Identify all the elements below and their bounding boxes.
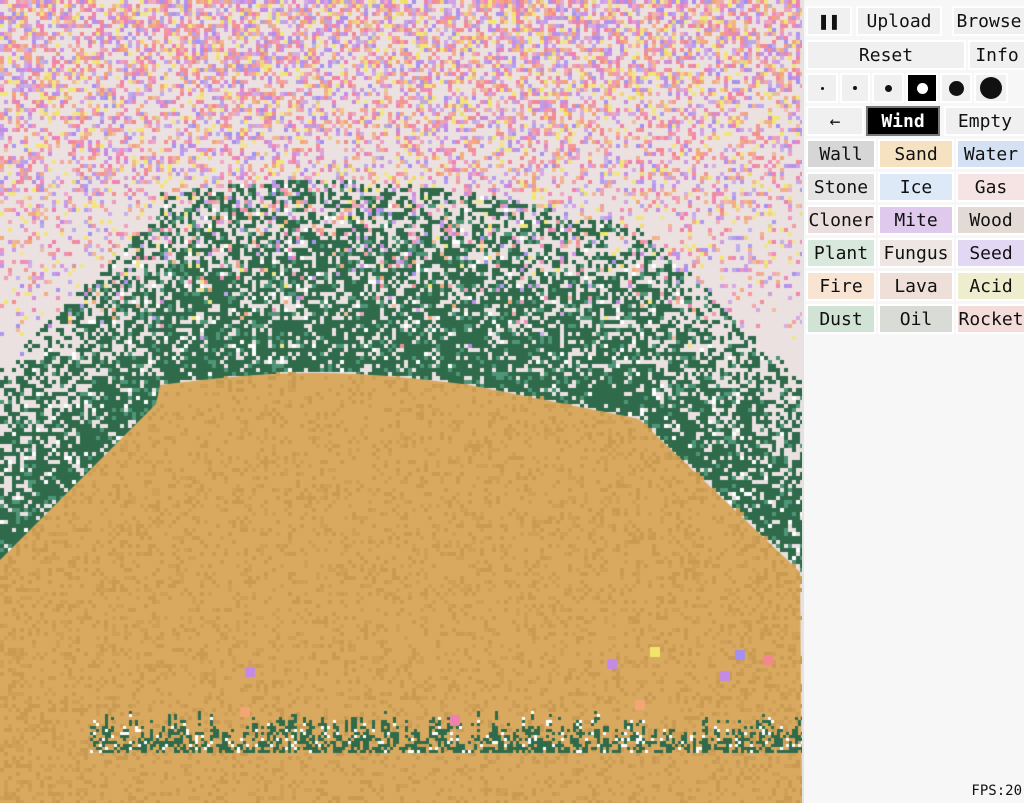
- reset-button[interactable]: Reset: [806, 40, 966, 70]
- brush-dot-icon: [820, 86, 824, 90]
- element-fire-button[interactable]: Fire: [806, 271, 876, 301]
- fps-counter: FPS:20: [971, 783, 1022, 799]
- brush-size-1-button[interactable]: [806, 73, 838, 103]
- pause-button[interactable]: ❚❚: [806, 6, 852, 36]
- element-dust-button[interactable]: Dust: [806, 304, 876, 334]
- sandbox-canvas[interactable]: [0, 0, 802, 803]
- empty-button[interactable]: Empty: [944, 106, 1024, 136]
- simulation-canvas-area[interactable]: [0, 0, 802, 803]
- element-water-button[interactable]: Water: [956, 139, 1024, 169]
- element-wall-button[interactable]: Wall: [806, 139, 876, 169]
- upload-button[interactable]: Upload: [856, 6, 942, 36]
- element-stone-button[interactable]: Stone: [806, 172, 876, 202]
- brush-dot-icon: [980, 77, 1002, 99]
- wind-button[interactable]: Wind: [866, 106, 940, 136]
- element-acid-button[interactable]: Acid: [956, 271, 1024, 301]
- info-button[interactable]: Info: [968, 40, 1024, 70]
- brush-size-5-button[interactable]: [940, 73, 972, 103]
- element-wood-button[interactable]: Wood: [956, 205, 1024, 235]
- brush-dot-icon: [916, 82, 928, 94]
- element-ice-button[interactable]: Ice: [878, 172, 954, 202]
- brush-dot-icon: [884, 84, 892, 92]
- brush-dot-icon: [853, 86, 857, 90]
- brush-size-2-button[interactable]: [840, 73, 870, 103]
- element-cloner-button[interactable]: Cloner: [806, 205, 876, 235]
- element-plant-button[interactable]: Plant: [806, 238, 876, 268]
- element-fungus-button[interactable]: Fungus: [878, 238, 954, 268]
- element-rocket-button[interactable]: Rocket: [956, 304, 1024, 334]
- brush-size-6-button[interactable]: [974, 73, 1008, 103]
- back-arrow-button[interactable]: ←: [806, 106, 864, 136]
- element-seed-button[interactable]: Seed: [956, 238, 1024, 268]
- brush-size-4-button[interactable]: [906, 73, 938, 103]
- element-mite-button[interactable]: Mite: [878, 205, 954, 235]
- browse-button[interactable]: Browse: [952, 6, 1024, 36]
- element-lava-button[interactable]: Lava: [878, 271, 954, 301]
- brush-dot-icon: [948, 80, 964, 96]
- element-sand-button[interactable]: Sand: [878, 139, 954, 169]
- brush-size-3-button[interactable]: [872, 73, 904, 103]
- control-panel: ❚❚ Upload Browse Reset Info ← Wind Empty…: [802, 0, 1024, 803]
- element-gas-button[interactable]: Gas: [956, 172, 1024, 202]
- element-oil-button[interactable]: Oil: [878, 304, 954, 334]
